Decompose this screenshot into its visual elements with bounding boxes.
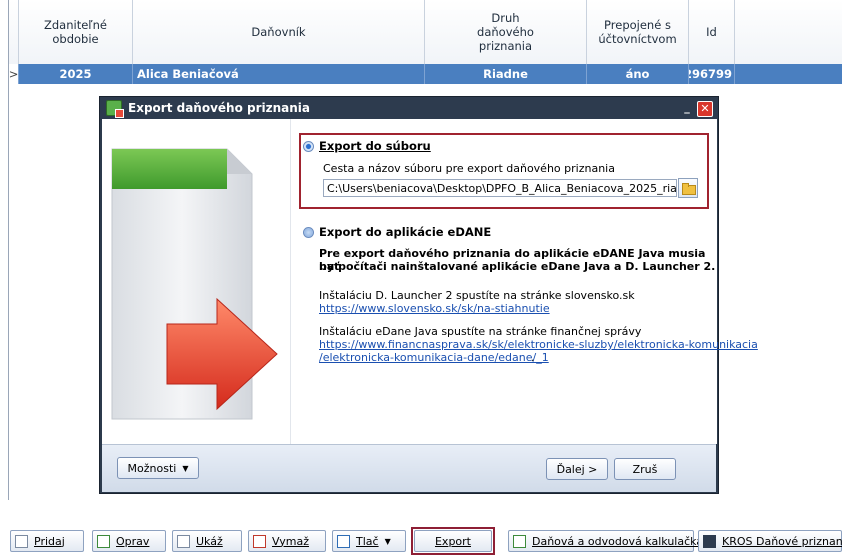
new-document-icon [15,534,28,548]
chevron-down-icon: ▼ [384,536,391,546]
row-indicator: > [9,64,19,84]
column-header-type[interactable]: Druh daňového priznania [425,0,587,64]
edit-label: Oprav [116,534,150,548]
table-row[interactable]: > 2025 Alica Beniačová Riadne áno 296799 [9,64,842,84]
export-file-label[interactable]: Export do súboru [319,139,431,153]
kros-app-icon [703,534,716,548]
column-header-taxpayer[interactable]: Daňovník [133,0,425,64]
view-icon [177,534,190,548]
chevron-down-icon: ▼ [182,463,189,473]
edane-install-text: Inštaláciu eDane Java spustíte na stránk… [319,325,642,338]
cancel-button[interactable]: Zruš [614,458,676,480]
document-arrow-illustration [111,148,278,420]
export-dialog: Export daňového priznania _ ✕ Export do … [99,96,758,494]
cell-taxpayer: Alica Beniačová [133,64,425,84]
minimize-button[interactable]: _ [680,101,694,115]
close-button[interactable]: ✕ [697,101,713,117]
radio-export-edane[interactable] [303,227,314,238]
kros-label: KROS Daňové priznania [722,534,842,548]
printer-icon [337,534,350,548]
column-header-period[interactable]: Zdaniteľné obdobie [19,0,133,64]
edit-button[interactable]: Oprav [92,530,166,552]
tax-calculator-button[interactable]: Daňová a odvodová kalkulačka [508,530,703,552]
dialog-titlebar[interactable]: Export daňového priznania _ ✕ [100,97,718,119]
export-app-icon [106,100,124,118]
add-label: Pridaj [34,534,65,548]
dialog-body: Export do súboru Cesta a názov súboru pr… [102,119,758,492]
launcher-install-text: Inštaláciu D. Launcher 2 spustíte na str… [319,289,635,302]
add-button[interactable]: Pridaj [10,530,84,552]
launcher-link[interactable]: https://www.slovensko.sk/sk/na-stiahnuti… [319,302,550,315]
column-header-linked[interactable]: Prepojené s účtovníctvom [587,0,689,64]
export-edane-label[interactable]: Export do aplikácie eDANE [319,225,491,239]
calculator-icon [513,534,526,548]
cell-linked: áno [587,64,689,84]
cell-period: 2025 [19,64,133,84]
options-label: Možnosti [127,461,177,475]
cell-id: 296799 [689,64,735,84]
delete-label: Vymaž [272,534,309,548]
edane-link-line2[interactable]: /elektronicka-komunikacia-dane/edane/_1 [319,351,549,364]
bottom-toolbar: Pridaj Oprav Ukáž Vymaž Tlač ▼ Export Da… [8,527,842,555]
grid-header-indicator [9,0,19,64]
file-path-input[interactable]: C:\Users\beniacova\Desktop\DPFO_B_Alica_… [323,179,677,197]
delete-icon [253,534,266,548]
print-button[interactable]: Tlač ▼ [332,530,406,552]
edane-link-line1[interactable]: https://www.financnasprava.sk/sk/elektro… [319,338,758,351]
show-label: Ukáž [196,534,223,548]
print-label: Tlač [356,534,379,548]
next-button[interactable]: Ďalej > [546,458,608,480]
browse-folder-icon[interactable] [678,178,698,198]
column-header-id[interactable]: Id [689,0,735,64]
dialog-footer: Možnosti ▼ Ďalej > Zruš [102,444,716,492]
export-options-panel: Export do súboru Cesta a názov súboru pr… [290,119,758,444]
dialog-title: Export daňového priznania [128,101,311,115]
edane-requirement-line2: na počítači nainštalované aplikácie eDan… [319,260,716,273]
delete-button[interactable]: Vymaž [248,530,326,552]
grid-header: Zdaniteľné obdobie Daňovník Druh daňovéh… [9,0,842,65]
kros-button[interactable]: KROS Daňové priznania [698,530,842,552]
export-button-highlight [411,527,495,555]
show-button[interactable]: Ukáž [172,530,242,552]
export-illustration [102,119,290,444]
options-button[interactable]: Možnosti ▼ [117,457,199,479]
path-label: Cesta a názov súboru pre export daňového… [323,162,615,175]
radio-export-file[interactable] [303,141,314,152]
edane-link-suffix: . [531,351,535,364]
cell-type: Riadne [425,64,587,84]
edit-icon [97,534,110,548]
calculator-label: Daňová a odvodová kalkulačka [532,534,704,548]
file-export-highlight: Export do súboru Cesta a názov súboru pr… [299,133,709,209]
